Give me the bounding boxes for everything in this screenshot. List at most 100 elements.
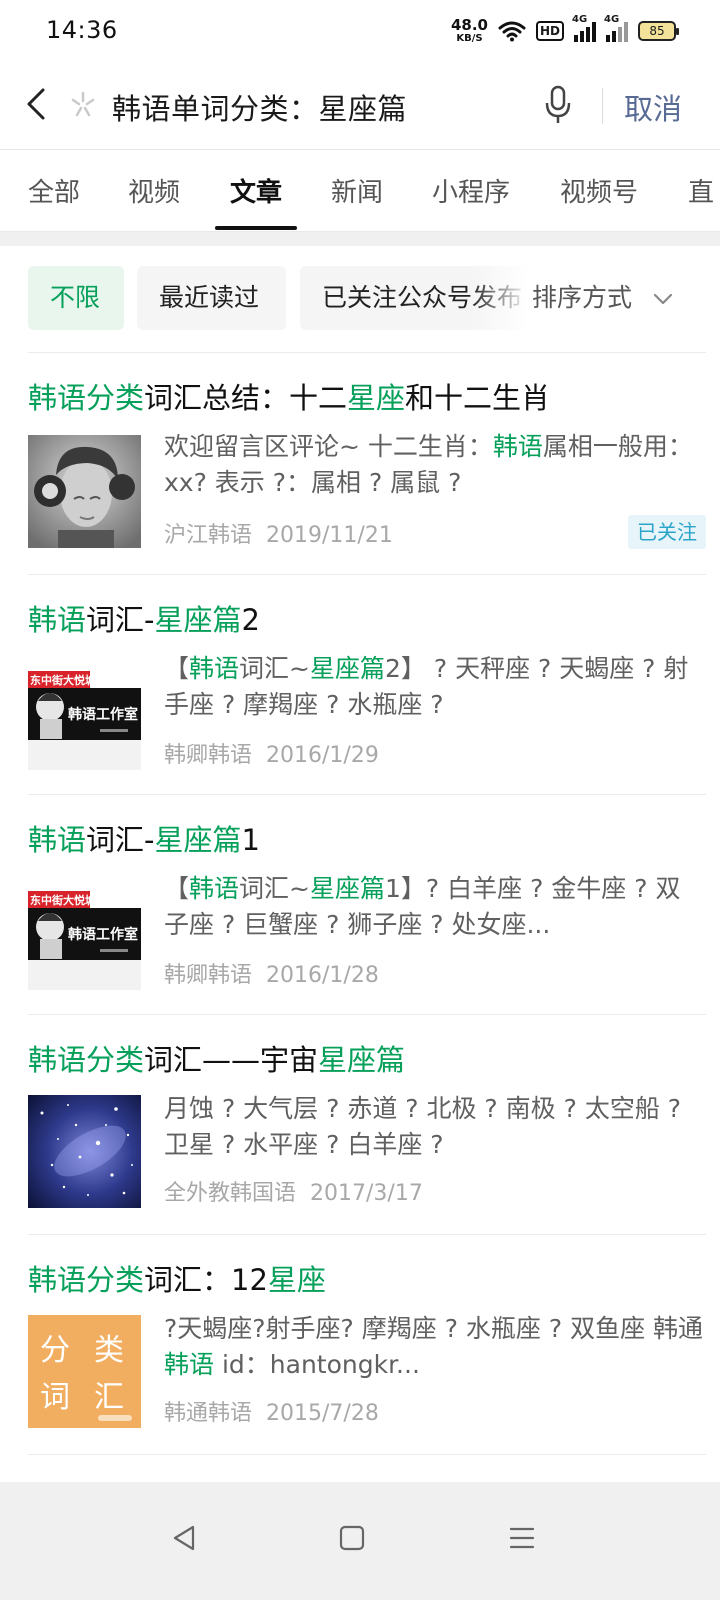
signal-label-2: 4G xyxy=(604,14,620,25)
result-thumbnail xyxy=(28,435,141,548)
result-thumbnail xyxy=(28,1095,141,1208)
text-segment: 词汇总结：十二 xyxy=(144,381,348,415)
result-date: 2015/7/28 xyxy=(266,1401,379,1426)
chevron-down-icon xyxy=(653,293,673,305)
voice-search-button[interactable] xyxy=(540,84,576,126)
thumbnail-char: 分 xyxy=(40,1333,70,1368)
search-result-item[interactable]: 韩语词汇-星座篇1 东中街大悦城 韩语工作室 【韩语词汇~星座篇1】? 白羊座 … xyxy=(28,794,706,1014)
text-segment: 2 xyxy=(241,603,260,637)
network-speed: 48.0 KB/S xyxy=(451,18,488,44)
signal-label: 4G xyxy=(572,14,588,25)
text-segment: 【 xyxy=(164,874,190,903)
hd-icon: HD xyxy=(535,21,564,41)
text-segment: 词汇——宇宙 xyxy=(144,1043,319,1077)
result-title[interactable]: 韩语词汇-星座篇1 xyxy=(28,817,260,859)
status-time: 14:36 xyxy=(46,16,118,44)
result-title[interactable]: 韩语分类词汇——宇宙星座篇 xyxy=(28,1037,405,1079)
nav-back-button[interactable] xyxy=(154,1508,214,1568)
search-result-item[interactable]: 韩语词汇-星座篇2 东中街大悦城 韩语工作室 【韩语词汇~星座篇2】 ? 天秤座… xyxy=(28,574,706,794)
result-date: 2017/3/17 xyxy=(310,1181,423,1206)
tab-articles[interactable]: 文章 xyxy=(230,172,282,209)
result-source[interactable]: 韩卿韩语 xyxy=(164,743,252,768)
tab-live[interactable]: 直 xyxy=(688,172,714,209)
nav-menu-button[interactable] xyxy=(492,1508,552,1568)
text-segment: id：hantongkr... xyxy=(214,1350,420,1379)
search-result-item[interactable]: 韩语分类词汇——宇宙星座篇 月蚀 ? 大气层 ? 赤道 ? 北极 ? 南极 ? … xyxy=(28,1014,706,1234)
result-title[interactable]: 韩语分类词汇：12星座 xyxy=(28,1257,326,1299)
nav-home-button[interactable] xyxy=(322,1508,382,1568)
result-snippet: 欢迎留言区评论~ 十二生肖：韩语属相一般用：xx? 表示 ?：属相 ? 属鼠 ? xyxy=(164,429,704,501)
highlighted-keyword: 韩语分类 xyxy=(28,381,145,415)
result-thumbnail: 东中街大悦城 韩语工作室 xyxy=(28,657,141,770)
thumbnail-caption: 东中街大悦城 xyxy=(30,673,96,687)
tab-all[interactable]: 全部 xyxy=(28,172,80,209)
network-speed-value: 48.0 xyxy=(450,16,488,34)
highlighted-keyword: 星座篇 xyxy=(309,654,385,683)
text-segment: 词汇- xyxy=(86,823,155,857)
highlighted-keyword: 星座 xyxy=(267,1263,326,1297)
result-source[interactable]: 沪江韩语 xyxy=(164,523,252,548)
result-meta: 韩卿韩语 2016/1/28 xyxy=(164,957,379,989)
search-result-item[interactable]: 韩语分类词汇：12星座 分 类 词 汇 ?天蝎座?射手座? 摩羯座 ? 水瓶座 … xyxy=(28,1234,706,1454)
text-segment: 词汇~ xyxy=(239,654,310,683)
tab-mini-programs[interactable]: 小程序 xyxy=(432,172,510,209)
result-date: 2019/11/21 xyxy=(266,523,393,548)
result-source[interactable]: 韩卿韩语 xyxy=(164,963,252,988)
triangle-back-icon xyxy=(173,1525,195,1551)
search-input[interactable]: 韩语单词分类：星座篇 xyxy=(112,86,407,128)
result-title[interactable]: 韩语词汇-星座篇2 xyxy=(28,597,260,639)
microphone-icon xyxy=(545,85,571,123)
signal-icon: 4G xyxy=(572,14,596,42)
filter-bar: 不限 最近读过 已关注公众号发布 排序方式 xyxy=(0,246,720,352)
sort-button[interactable]: 排序方式 xyxy=(532,266,683,330)
text-segment: 欢迎留言区评论~ 十二生肖： xyxy=(164,432,493,461)
menu-lines-icon xyxy=(509,1527,535,1549)
system-navigation-bar xyxy=(0,1482,720,1600)
result-date: 2016/1/29 xyxy=(266,743,379,768)
result-thumbnail: 分 类 词 汇 xyxy=(28,1315,141,1428)
thumbnail-logo-text: 韩语工作室 xyxy=(68,706,138,723)
thumbnail-char: 类 xyxy=(94,1333,124,1368)
followed-badge: 已关注 xyxy=(628,515,706,549)
highlighted-keyword: 星座 xyxy=(347,381,406,415)
tab-video[interactable]: 视频 xyxy=(128,172,180,209)
sort-label: 排序方式 xyxy=(532,283,633,312)
search-result-item[interactable]: 韩语分类词汇总结：十二星座和十二生肖 欢迎留言区评论~ 十二生肖：韩语属相一般用… xyxy=(28,352,706,574)
text-segment: ?天蝎座?射手座? 摩羯座 ? 水瓶座 ? 双鱼座 韩通 xyxy=(164,1314,704,1343)
highlighted-keyword: 韩语 xyxy=(164,1350,215,1379)
header-divider xyxy=(602,88,603,124)
search-spark-icon xyxy=(68,90,98,120)
result-source[interactable]: 韩通韩语 xyxy=(164,1401,252,1426)
highlighted-keyword: 韩语 xyxy=(492,432,543,461)
result-thumbnail: 东中街大悦城 韩语工作室 xyxy=(28,877,141,990)
chip-scroll-fade xyxy=(470,266,540,330)
result-meta: 全外教韩国语 2017/3/17 xyxy=(164,1175,423,1207)
highlighted-keyword: 星座篇 xyxy=(154,603,242,637)
cancel-button[interactable]: 取消 xyxy=(624,86,682,128)
text-segment: 1 xyxy=(241,823,260,857)
highlighted-keyword: 韩语 xyxy=(28,823,87,857)
result-source[interactable]: 全外教韩国语 xyxy=(164,1181,296,1206)
status-bar: 14:36 48.0 KB/S HD 4G 4G 85 xyxy=(0,0,720,62)
highlighted-keyword: 星座篇 xyxy=(309,874,385,903)
result-snippet: 【韩语词汇~星座篇2】 ? 天秤座 ? 天蝎座 ? 射手座 ? 摩羯座 ? 水瓶… xyxy=(164,651,704,723)
thumbnail-char: 词 xyxy=(40,1380,70,1415)
network-speed-unit: KB/S xyxy=(456,33,483,44)
thumbnail-logo-text: 韩语工作室 xyxy=(68,926,138,943)
tab-news[interactable]: 新闻 xyxy=(331,172,383,209)
result-meta: 韩通韩语 2015/7/28 xyxy=(164,1395,379,1427)
text-segment: 词汇~ xyxy=(239,874,310,903)
tab-channels[interactable]: 视频号 xyxy=(560,172,638,209)
status-icons: 48.0 KB/S HD 4G 4G 85 xyxy=(451,14,679,48)
back-button[interactable] xyxy=(18,84,54,124)
result-title[interactable]: 韩语分类词汇总结：十二星座和十二生肖 xyxy=(28,375,550,417)
filter-chip-recently-read[interactable]: 最近读过 xyxy=(137,266,286,330)
highlighted-keyword: 韩语分类 xyxy=(28,1043,145,1077)
text-segment: 和十二生肖 xyxy=(405,381,551,415)
highlighted-keyword: 韩语 xyxy=(189,654,240,683)
filter-chip-unlimited[interactable]: 不限 xyxy=(28,266,124,330)
thumbnail-char: 汇 xyxy=(94,1380,124,1415)
result-meta: 韩卿韩语 2016/1/29 xyxy=(164,737,379,769)
wifi-icon xyxy=(498,20,526,42)
active-tab-indicator xyxy=(215,226,297,230)
